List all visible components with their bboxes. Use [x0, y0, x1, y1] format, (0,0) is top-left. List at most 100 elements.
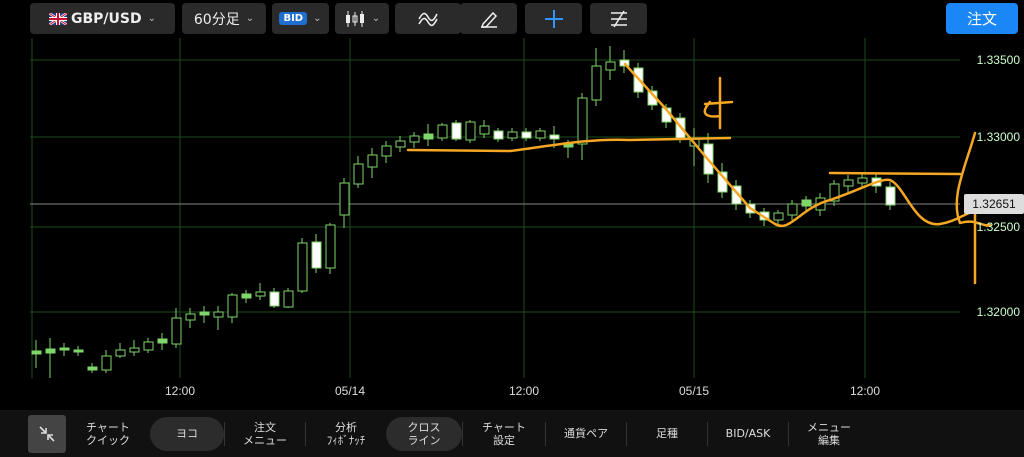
candlestick-icon	[345, 10, 364, 27]
menu-analysis-fibonacci[interactable]: 分析 ﾌｨﾎﾞﾅｯﾁ	[306, 417, 386, 451]
candle	[521, 131, 532, 139]
price-axis-label: 1.33000	[976, 130, 1020, 144]
crosshair-button[interactable]	[525, 3, 582, 34]
candle	[157, 338, 168, 344]
candle	[171, 317, 182, 345]
time-axis-label: 12:00	[849, 384, 881, 398]
pencil-icon	[480, 11, 497, 28]
downtrend-line-annotation	[623, 62, 777, 226]
candle	[185, 313, 196, 321]
vertical-grid-lines	[31, 38, 866, 378]
candle	[87, 366, 98, 371]
candle	[591, 65, 602, 101]
candle	[367, 154, 378, 168]
clear-lines-button[interactable]	[590, 3, 647, 34]
bottom-menu-bar: チャート クイック ヨコ 注文 メニュー 分析 ﾌｨﾎﾞﾅｯﾁ クロス ライン …	[0, 410, 1024, 457]
candle	[801, 199, 812, 207]
candle	[479, 125, 490, 135]
collapse-arrows-icon	[39, 425, 55, 442]
top-toolbar: GBP/USD ⌄ 60分足 ⌄ BID ⌄ ⌄ 注文	[0, 0, 1024, 38]
candle	[339, 182, 350, 216]
candle	[199, 311, 210, 316]
chevron-down-icon: ⌄	[313, 13, 322, 24]
candle	[283, 290, 294, 308]
candle	[423, 133, 434, 140]
menu-landscape[interactable]: ヨコ	[150, 416, 224, 451]
menu-currency-pair[interactable]: 通貨ペア	[546, 417, 626, 451]
candle	[269, 291, 280, 307]
price-axis-label: 1.33500	[976, 53, 1020, 67]
candle	[353, 163, 364, 185]
candle	[549, 134, 560, 140]
candle	[605, 61, 616, 71]
candle	[31, 350, 42, 355]
candle	[451, 122, 462, 140]
candle	[773, 212, 784, 221]
candle	[101, 355, 112, 371]
time-axis-label: 12:00	[508, 384, 540, 398]
candle	[325, 224, 336, 269]
candle	[241, 293, 252, 299]
candle	[381, 145, 392, 157]
candle	[857, 177, 868, 184]
hand-drawn-annotations	[406, 62, 1024, 285]
horizontal-grid-lines	[30, 59, 960, 313]
plus-mark-annotation	[703, 76, 734, 130]
candle	[465, 121, 476, 141]
current-price-badge: 1.32651	[964, 194, 1024, 214]
price-type-label: BID	[279, 12, 308, 25]
resistance-line-annotation	[828, 171, 962, 176]
indicator-wave-icon	[418, 12, 438, 26]
candle	[129, 347, 140, 353]
candle	[143, 341, 154, 351]
candle	[577, 97, 588, 145]
time-axis-label: 12:00	[164, 384, 196, 398]
price-type-selector[interactable]: BID ⌄	[272, 3, 329, 34]
menu-timeframe[interactable]: 足種	[627, 417, 707, 451]
timeframe-label: 60分足	[193, 11, 240, 28]
candle	[409, 135, 420, 143]
candlestick-series	[31, 46, 896, 378]
currency-pair-selector[interactable]: GBP/USD ⌄	[30, 3, 175, 34]
menu-chart-settings[interactable]: チャート 設定	[463, 417, 545, 451]
chart-canvas[interactable]	[30, 38, 1024, 410]
uk-flag-icon	[49, 12, 67, 25]
candle	[59, 347, 70, 351]
chevron-down-icon: ⌄	[371, 13, 381, 24]
price-axis-label: 1.32500	[976, 220, 1020, 234]
menu-edit-menu[interactable]: メニュー 編集	[789, 417, 869, 451]
timeframe-selector[interactable]: 60分足 ⌄	[182, 3, 266, 34]
candle	[885, 186, 896, 206]
time-axis-label: 05/14	[334, 384, 366, 398]
time-axis-label: 05/15	[678, 384, 710, 398]
menu-bid-ask[interactable]: BID/ASK	[708, 417, 788, 451]
candle	[297, 242, 308, 292]
candle	[437, 124, 448, 139]
chart-type-selector[interactable]: ⌄	[335, 3, 389, 34]
price-axis-label: 1.32000	[976, 305, 1020, 319]
candle	[73, 349, 84, 353]
indicator-button[interactable]	[395, 3, 461, 34]
candle	[507, 131, 518, 139]
chevron-down-icon: ⌄	[245, 13, 255, 24]
candle	[227, 294, 238, 318]
candle	[535, 130, 546, 139]
candle	[311, 241, 322, 269]
price-chart[interactable]: 1.33500 1.33000 1.32500 1.32000 1.32651 …	[30, 38, 1024, 410]
candle	[787, 203, 798, 216]
crosshair-icon	[544, 9, 563, 28]
candle	[395, 140, 406, 148]
order-button[interactable]: 注文	[946, 3, 1018, 34]
menu-chart-quick[interactable]: チャート クイック	[66, 417, 150, 451]
candle	[255, 291, 266, 297]
currency-pair-label: GBP/USD	[71, 10, 142, 27]
candle	[493, 130, 504, 140]
chevron-down-icon: ⌄	[147, 13, 156, 24]
draw-tool-button[interactable]	[460, 3, 517, 34]
menu-cross-line[interactable]: クロス ライン	[386, 416, 462, 451]
candle	[45, 348, 56, 354]
collapse-button[interactable]	[28, 414, 66, 453]
candle	[115, 349, 126, 357]
candle	[213, 311, 224, 318]
menu-order[interactable]: 注文 メニュー	[225, 417, 305, 451]
